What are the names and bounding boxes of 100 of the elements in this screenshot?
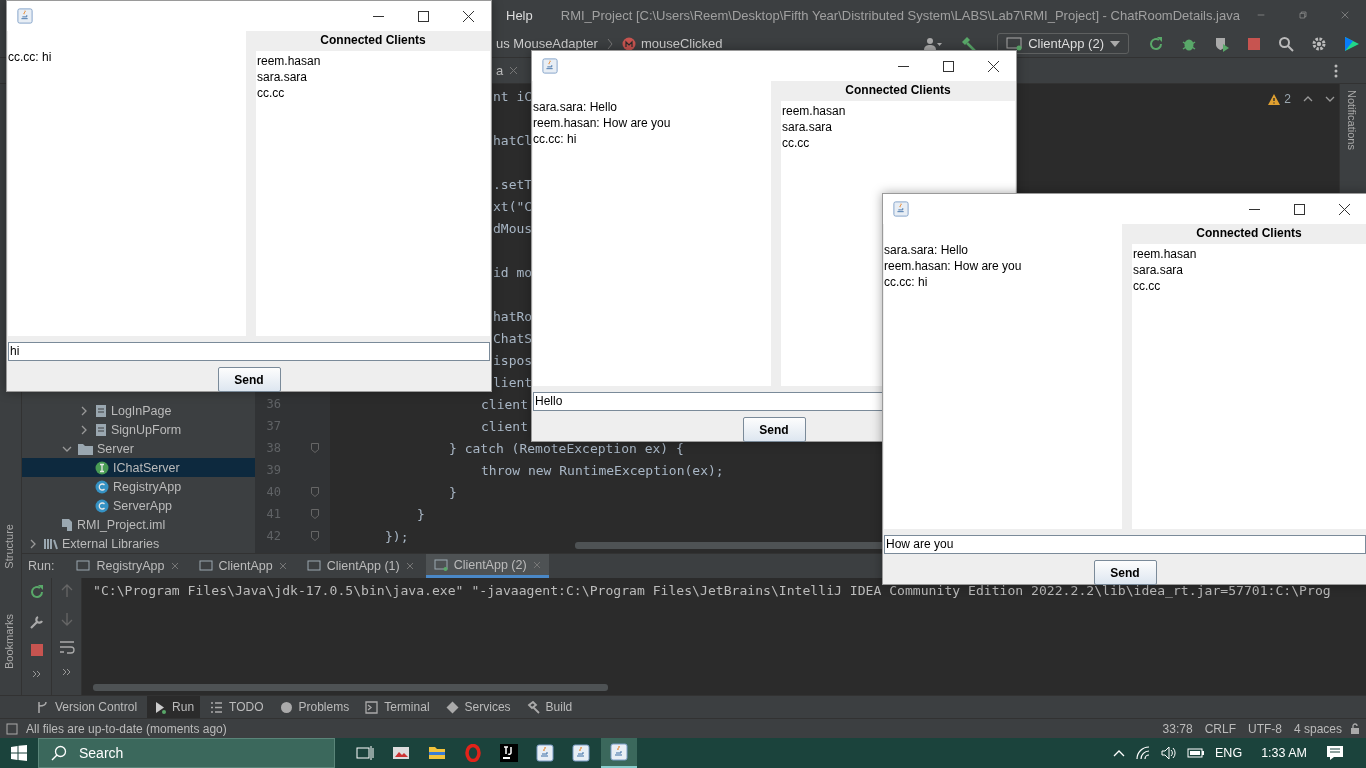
stop-icon[interactable]: [1247, 36, 1261, 51]
clock[interactable]: 1:33 AM: [1261, 746, 1307, 760]
chevron-right-icon[interactable]: [81, 424, 87, 435]
chevron-down-icon[interactable]: [1325, 96, 1335, 102]
file-encoding[interactable]: UTF-8: [1247, 721, 1282, 736]
tree-item[interactable]: ServerApp: [22, 496, 255, 515]
wrap-icon[interactable]: [58, 640, 75, 654]
fold-marker-icon[interactable]: [311, 531, 319, 541]
tool-window-button[interactable]: TODO: [204, 696, 270, 718]
run-tab[interactable]: ClientApp: [190, 554, 295, 578]
tree-item[interactable]: External Libraries: [22, 534, 255, 553]
java-icon[interactable]: [572, 744, 590, 762]
send-button[interactable]: Send: [742, 417, 806, 442]
fold-marker-icon[interactable]: [311, 443, 319, 453]
chevron-right-icon[interactable]: [81, 405, 87, 416]
language-indicator[interactable]: ENG: [1215, 746, 1243, 760]
rerun-icon[interactable]: [1148, 35, 1164, 52]
tree-item[interactable]: LogInPage: [22, 401, 255, 420]
battery-icon[interactable]: [1187, 747, 1206, 759]
tree-item[interactable]: Server: [22, 439, 255, 458]
breadcrumb-item[interactable]: us MouseAdapter: [496, 36, 598, 51]
user-icon[interactable]: [923, 36, 944, 51]
lock-icon[interactable]: [1350, 722, 1360, 735]
menu-item[interactable]: Help: [506, 7, 533, 23]
maximize-icon[interactable]: [418, 10, 429, 22]
panel-toggle-icon[interactable]: [6, 722, 18, 735]
client-item[interactable]: reem.hasan: [256, 53, 490, 69]
chevron-right-icon[interactable]: [30, 538, 36, 549]
search-icon[interactable]: [1278, 35, 1294, 52]
restore-icon[interactable]: [1298, 9, 1307, 21]
chevron-down-icon[interactable]: [62, 445, 72, 452]
more-icon[interactable]: [1334, 63, 1338, 78]
taskbar-button[interactable]: [601, 738, 637, 768]
task-view-icon[interactable]: [356, 745, 374, 761]
run-tab[interactable]: RegistryApp: [68, 554, 187, 578]
send-button[interactable]: Send: [1093, 560, 1157, 585]
client-item[interactable]: cc.cc: [781, 135, 1015, 151]
client-item[interactable]: sara.sara: [256, 69, 490, 85]
chevron-up-icon[interactable]: [1303, 96, 1313, 102]
more-icon[interactable]: [61, 668, 72, 676]
client-item[interactable]: cc.cc: [1132, 278, 1366, 294]
tool-window-button[interactable]: Problems: [273, 696, 356, 718]
fold-marker-icon[interactable]: [311, 509, 319, 519]
client-item[interactable]: sara.sara: [781, 119, 1015, 135]
shield-play-icon[interactable]: [1214, 35, 1230, 52]
tree-item[interactable]: IChatServer: [22, 458, 255, 477]
logo-icon[interactable]: [1344, 35, 1360, 52]
more-icon[interactable]: [31, 670, 42, 678]
rerun-icon[interactable]: [28, 584, 45, 600]
client-item[interactable]: cc.cc: [256, 85, 490, 101]
windows-logo-icon[interactable]: [11, 745, 27, 761]
client-item[interactable]: reem.hasan: [781, 103, 1015, 119]
close-icon[interactable]: [988, 60, 999, 72]
notification-icon[interactable]: [1326, 745, 1344, 761]
send-button[interactable]: Send: [217, 367, 281, 392]
breadcrumb-item[interactable]: mouseClicked: [640, 36, 723, 51]
run-tab[interactable]: ClientApp (1): [298, 554, 422, 578]
wifi-icon[interactable]: [1135, 746, 1152, 760]
indent-setting[interactable]: 4 spaces: [1293, 721, 1342, 736]
tool-window-button[interactable]: Version Control: [30, 696, 144, 718]
ring-icon[interactable]: [464, 744, 482, 762]
ide-icon[interactable]: [500, 744, 518, 762]
wrench-icon[interactable]: [28, 614, 45, 630]
client-item[interactable]: sara.sara: [1132, 262, 1366, 278]
tool-window-button[interactable]: Run: [147, 696, 201, 718]
settings-icon[interactable]: [1311, 35, 1327, 52]
tool-window-button[interactable]: Services: [439, 696, 517, 718]
warning-indicator[interactable]: 2: [1268, 92, 1291, 106]
tool-window-button[interactable]: Build: [520, 696, 579, 718]
message-input[interactable]: Hello: [533, 392, 883, 411]
bookmarks-tool-tab[interactable]: Bookmarks: [3, 614, 15, 670]
search-field[interactable]: Search: [38, 738, 335, 768]
image-app-icon[interactable]: [392, 745, 410, 761]
message-input[interactable]: hi: [8, 342, 490, 361]
run-configuration-dropdown[interactable]: ClientApp (2): [997, 33, 1129, 54]
editor-tab[interactable]: a: [496, 63, 504, 78]
line-separator[interactable]: CRLF: [1204, 721, 1236, 736]
message-input[interactable]: How are you: [884, 535, 1366, 554]
java-icon[interactable]: [536, 744, 554, 762]
client-item[interactable]: reem.hasan: [1132, 246, 1366, 262]
fold-marker-icon[interactable]: [311, 487, 319, 497]
close-icon[interactable]: [463, 10, 474, 22]
scrollbar[interactable]: [93, 684, 608, 691]
caret-position[interactable]: 33:78: [1162, 721, 1193, 736]
folder-icon[interactable]: [428, 745, 446, 761]
maximize-icon[interactable]: [1294, 203, 1305, 215]
tree-item[interactable]: SignUpForm: [22, 420, 255, 439]
tool-window-button[interactable]: Terminal: [359, 696, 436, 718]
code-line: client: [481, 396, 528, 412]
maximize-icon[interactable]: [943, 60, 954, 72]
notifications-tool-tab[interactable]: Notifications: [1346, 90, 1358, 150]
tree-item[interactable]: RMI_Project.iml: [22, 515, 255, 534]
run-tab[interactable]: ClientApp (2): [425, 554, 549, 578]
scrollbar[interactable]: [575, 542, 885, 549]
structure-tool-tab[interactable]: Structure: [3, 524, 15, 569]
code-line: nt iC: [493, 88, 533, 104]
close-icon[interactable]: [1339, 203, 1350, 215]
tree-item[interactable]: RegistryApp: [22, 477, 255, 496]
stop-icon[interactable]: [30, 644, 43, 656]
speaker-icon[interactable]: [1161, 746, 1178, 760]
